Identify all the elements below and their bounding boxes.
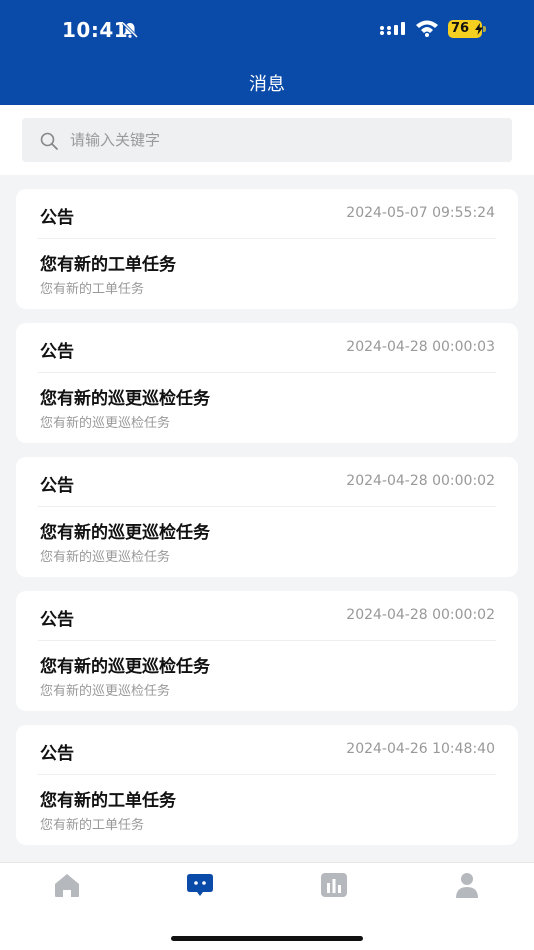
divider xyxy=(38,506,496,507)
message-type: 公告 xyxy=(40,744,74,764)
page-title: 消息 xyxy=(249,74,285,95)
tab-home[interactable] xyxy=(47,871,87,901)
message-subtitle: 您有新的工单任务 xyxy=(40,282,145,297)
chart-icon xyxy=(321,873,347,897)
search-icon xyxy=(40,132,58,150)
message-title: 您有新的工单任务 xyxy=(40,255,176,275)
message-time: 2024-04-28 00:00:02 xyxy=(346,607,495,623)
message-title: 您有新的巡更巡检任务 xyxy=(40,523,210,543)
bell-slash-icon xyxy=(121,21,139,39)
wifi-icon xyxy=(416,20,438,37)
home-icon xyxy=(55,874,79,897)
message-card[interactable]: 公告 2024-05-07 09:55:24 您有新的工单任务 您有新的工单任务 xyxy=(16,189,518,309)
message-subtitle: 您有新的巡更巡检任务 xyxy=(40,684,171,699)
home-indicator xyxy=(171,936,363,941)
message-time: 2024-04-26 10:48:40 xyxy=(346,741,495,757)
cellular-signal-icon xyxy=(380,22,405,35)
tab-statistics[interactable] xyxy=(314,871,354,901)
message-type: 公告 xyxy=(40,208,74,228)
message-card[interactable]: 公告 2024-04-26 10:48:40 您有新的工单任务 您有新的工单任务 xyxy=(16,725,518,845)
search-bar[interactable] xyxy=(22,118,512,162)
tab-messages[interactable] xyxy=(180,871,220,901)
tab-profile[interactable] xyxy=(447,871,487,901)
status-bar: 10:41 76 xyxy=(0,0,534,58)
message-title: 您有新的巡更巡检任务 xyxy=(40,389,210,409)
message-title: 您有新的巡更巡检任务 xyxy=(40,657,210,677)
message-list: 公告 2024-05-07 09:55:24 您有新的工单任务 您有新的工单任务… xyxy=(16,189,518,859)
message-type: 公告 xyxy=(40,476,74,496)
message-icon xyxy=(187,874,213,896)
message-card[interactable]: 公告 2024-04-28 00:00:03 您有新的巡更巡检任务 您有新的巡更… xyxy=(16,323,518,443)
message-subtitle: 您有新的巡更巡检任务 xyxy=(40,416,171,431)
search-section xyxy=(0,105,534,175)
message-type: 公告 xyxy=(40,342,74,362)
charging-bolt-icon xyxy=(475,23,483,35)
battery-nub xyxy=(483,26,486,32)
message-time: 2024-05-07 09:55:24 xyxy=(346,205,495,221)
message-time: 2024-04-28 00:00:02 xyxy=(346,473,495,489)
app-header: 10:41 76 消息 xyxy=(0,0,534,105)
message-subtitle: 您有新的工单任务 xyxy=(40,818,145,833)
battery-indicator: 76 xyxy=(448,20,486,38)
search-input[interactable] xyxy=(70,118,500,162)
message-subtitle: 您有新的巡更巡检任务 xyxy=(40,550,171,565)
status-time: 10:41 xyxy=(62,18,129,42)
message-card[interactable]: 公告 2024-04-28 00:00:02 您有新的巡更巡检任务 您有新的巡更… xyxy=(16,591,518,711)
user-icon xyxy=(456,873,478,898)
divider xyxy=(38,640,496,641)
message-title: 您有新的工单任务 xyxy=(40,791,176,811)
message-type: 公告 xyxy=(40,610,74,630)
message-card[interactable]: 公告 2024-04-28 00:00:02 您有新的巡更巡检任务 您有新的巡更… xyxy=(16,457,518,577)
message-time: 2024-04-28 00:00:03 xyxy=(346,339,495,355)
divider xyxy=(38,774,496,775)
divider xyxy=(38,238,496,239)
divider xyxy=(38,372,496,373)
